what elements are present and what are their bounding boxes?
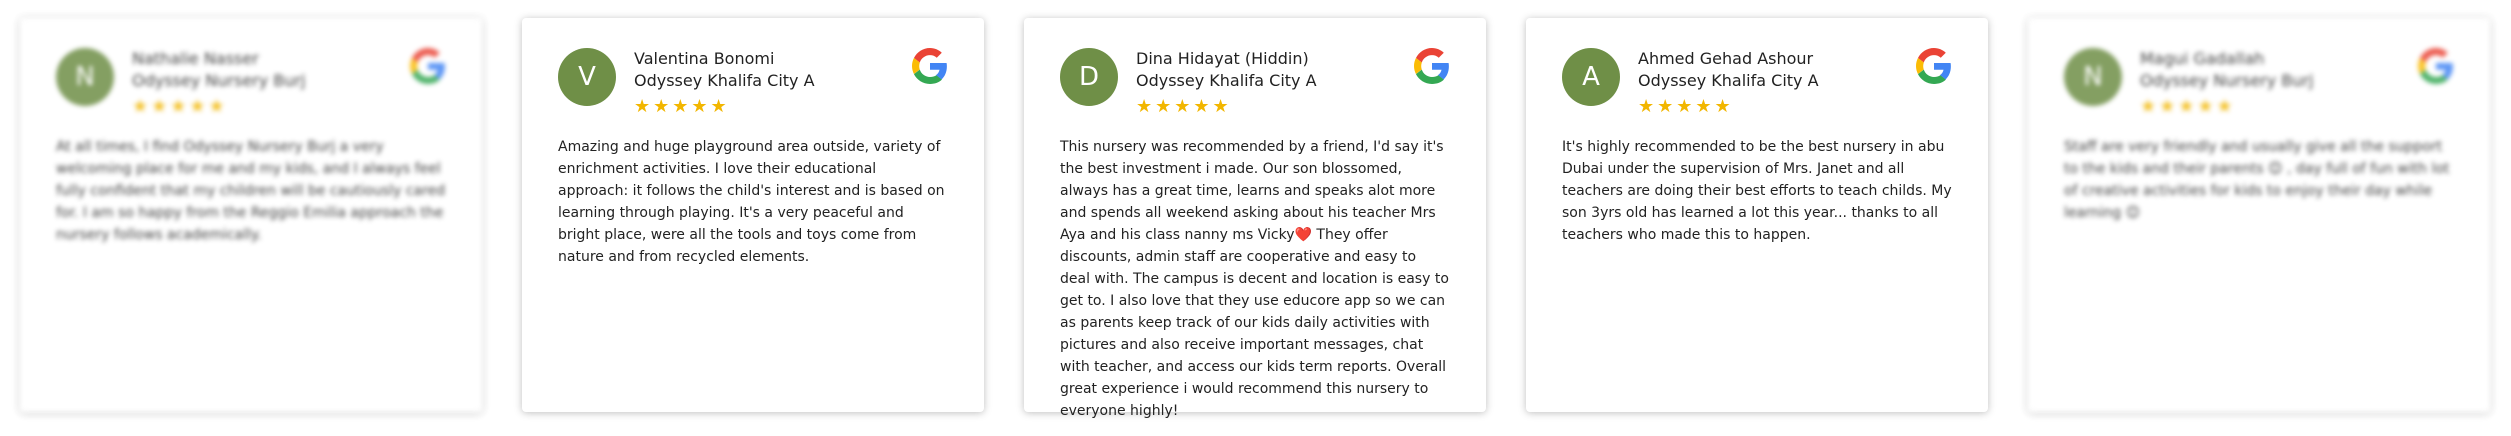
review-card: A Ahmed Gehad Ashour Odyssey Khalifa Cit… bbox=[1526, 18, 1988, 412]
review-card: V Valentina Bonomi Odyssey Khalifa City … bbox=[522, 18, 984, 412]
review-header: A Ahmed Gehad Ashour Odyssey Khalifa Cit… bbox=[1562, 48, 1952, 118]
google-g-icon bbox=[912, 48, 947, 84]
google-g-icon bbox=[2418, 48, 2453, 84]
star-rating: ★★★★★ bbox=[1638, 96, 1734, 117]
reviewer-avatar: N bbox=[56, 48, 114, 106]
reviewer-name: Dina Hidayat (Hiddin) bbox=[1136, 49, 1309, 68]
reviewer-branch: Odyssey Khalifa City A bbox=[1136, 71, 1317, 90]
reviewer-avatar: N bbox=[2064, 48, 2122, 106]
google-g-icon bbox=[410, 48, 445, 84]
review-text: This nursery was recommended by a friend… bbox=[1060, 139, 1449, 419]
reviewer-avatar: D bbox=[1060, 48, 1118, 106]
star-rating: ★★★★★ bbox=[634, 96, 730, 117]
review-text: It's highly recommended to be the best n… bbox=[1562, 139, 1952, 243]
review-card: N Nathalie Nasser Odyssey Nursery Burj ★… bbox=[20, 18, 482, 412]
reviewer-info: Ahmed Gehad Ashour Odyssey Khalifa City … bbox=[1638, 48, 1819, 116]
review-header: D Dina Hidayat (Hiddin) Odyssey Khalifa … bbox=[1060, 48, 1450, 118]
reviewer-branch: Odyssey Khalifa City A bbox=[634, 71, 815, 90]
google-g-icon bbox=[1414, 48, 1449, 84]
star-rating: ★★★★★ bbox=[1136, 96, 1232, 117]
reviewer-name: Magui Gadallah bbox=[2140, 49, 2265, 68]
reviewer-info: Dina Hidayat (Hiddin) Odyssey Khalifa Ci… bbox=[1136, 48, 1317, 116]
google-g-icon bbox=[1916, 48, 1951, 84]
reviewer-name: Nathalie Nasser bbox=[132, 49, 259, 68]
reviewer-avatar: A bbox=[1562, 48, 1620, 106]
reviewer-name: Valentina Bonomi bbox=[634, 49, 775, 68]
reviewer-info: Valentina Bonomi Odyssey Khalifa City A … bbox=[634, 48, 815, 116]
star-rating: ★★★★★ bbox=[132, 96, 228, 117]
review-card: D Dina Hidayat (Hiddin) Odyssey Khalifa … bbox=[1024, 18, 1486, 419]
review-text: At all times, I find Odyssey Nursery Bur… bbox=[56, 139, 446, 243]
reviewer-name: Ahmed Gehad Ashour bbox=[1638, 49, 1814, 68]
review-header: N Magui Gadallah Odyssey Nursery Burj ★★… bbox=[2064, 48, 2454, 118]
reviewer-branch: Odyssey Nursery Burj bbox=[132, 71, 306, 90]
star-rating: ★★★★★ bbox=[2140, 96, 2236, 117]
review-card: N Magui Gadallah Odyssey Nursery Burj ★★… bbox=[2028, 18, 2490, 412]
review-header: N Nathalie Nasser Odyssey Nursery Burj ★… bbox=[56, 48, 446, 118]
review-header: V Valentina Bonomi Odyssey Khalifa City … bbox=[558, 48, 948, 118]
reviewer-branch: Odyssey Khalifa City A bbox=[1638, 71, 1819, 90]
review-text: Staff are very friendly and usually give… bbox=[2064, 139, 2450, 221]
reviewer-info: Magui Gadallah Odyssey Nursery Burj ★★★★… bbox=[2140, 48, 2313, 116]
review-text: Amazing and huge playground area outside… bbox=[558, 139, 945, 265]
reviews-carousel[interactable]: N Nathalie Nasser Odyssey Nursery Burj ★… bbox=[0, 0, 2511, 436]
reviewer-avatar: V bbox=[558, 48, 616, 106]
reviewer-branch: Odyssey Nursery Burj bbox=[2140, 71, 2314, 90]
reviewer-info: Nathalie Nasser Odyssey Nursery Burj ★★★… bbox=[132, 48, 305, 116]
